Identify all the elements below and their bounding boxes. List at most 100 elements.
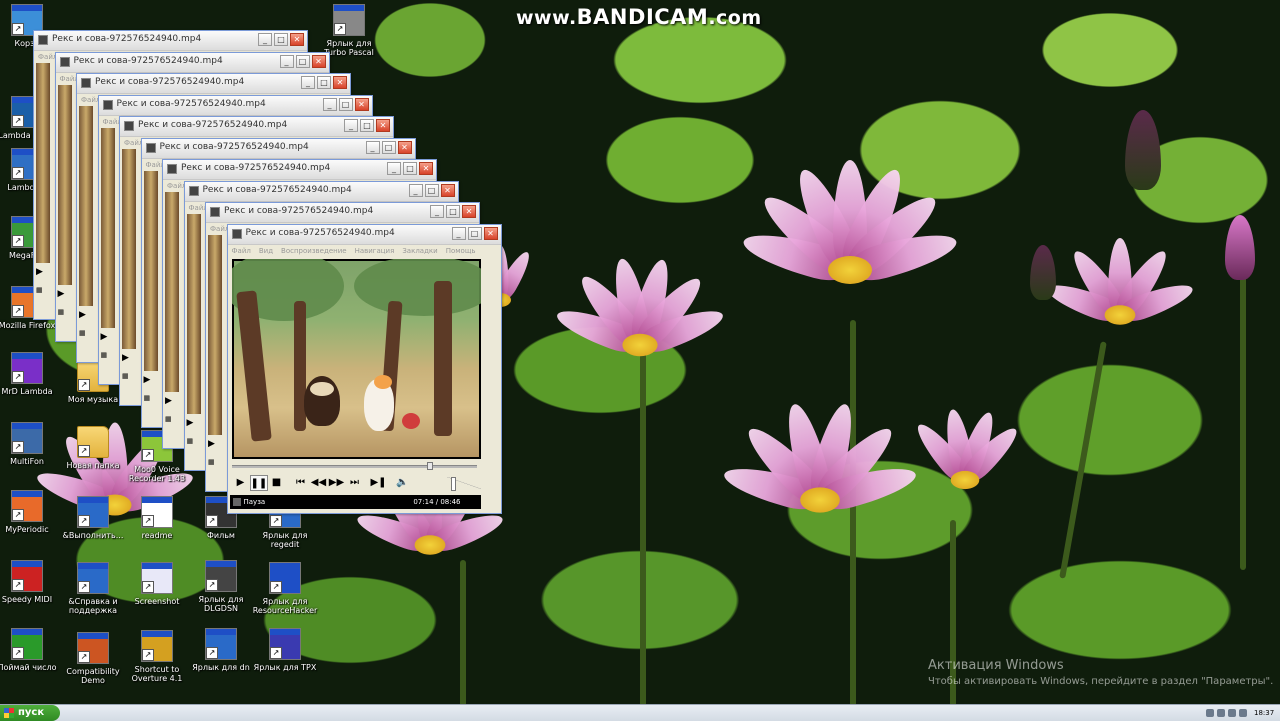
maximize-button[interactable]: □: [446, 205, 460, 218]
menu-item[interactable]: Навигация: [355, 247, 395, 255]
title-bar[interactable]: Рекс и сова-972576524940.mp4 _ □ ✕: [163, 160, 436, 180]
taskbar: пуск 18:37: [0, 704, 1280, 721]
close-button[interactable]: ✕: [397, 140, 412, 154]
close-button[interactable]: ✕: [376, 119, 390, 132]
menu-item[interactable]: Воспроизведение: [281, 247, 347, 255]
maximize-button[interactable]: □: [295, 54, 310, 68]
title-bar[interactable]: Рекс и сова-972576524940.mp4 _ □ ✕: [227, 224, 501, 245]
title-bar[interactable]: Рекс и сова-972576524940.mp4 _ □ ✕: [141, 138, 415, 159]
minimize-button[interactable]: _: [408, 183, 423, 197]
minimize-button[interactable]: _: [344, 119, 358, 132]
maximize-button[interactable]: □: [403, 162, 417, 175]
title-bar[interactable]: Рекс и сова-972576524940.mp4 _ □ ✕: [34, 31, 307, 51]
minimize-button[interactable]: _: [258, 33, 272, 46]
title-bar[interactable]: Рекс и сова-972576524940.mp4 _ □ ✕: [206, 203, 479, 223]
maximize-button[interactable]: □: [360, 119, 374, 132]
close-button[interactable]: ✕: [462, 205, 476, 218]
desktop-icon[interactable]: ↗ Ярлык для dn: [188, 628, 254, 672]
title-bar[interactable]: Рекс и сова-972576524940.mp4 _ □ ✕: [77, 74, 350, 94]
play-icon[interactable]: ▶: [144, 375, 162, 386]
start-button[interactable]: пуск: [0, 705, 60, 721]
minimize-button[interactable]: _: [387, 162, 401, 175]
minimize-button[interactable]: _: [301, 76, 315, 89]
maximize-button[interactable]: □: [274, 33, 288, 46]
desktop-icon[interactable]: ↗ Shortcut to Overture 4.1: [124, 630, 190, 683]
minimize-button[interactable]: _: [365, 140, 380, 154]
desktop-icon[interactable]: ↗ MyPeriodic: [0, 490, 60, 534]
close-button[interactable]: ✕: [311, 54, 326, 68]
title-bar[interactable]: Рекс и сова-972576524940.mp4 _ □ ✕: [184, 181, 458, 202]
window-title: Рекс и сова-972576524940.mp4: [52, 34, 202, 44]
play-icon[interactable]: ▶: [36, 267, 54, 278]
rewind-button[interactable]: ◀◀: [310, 475, 328, 491]
security-icon[interactable]: [1228, 709, 1236, 717]
desktop-icon[interactable]: ↗ Новая папка: [60, 426, 126, 470]
seek-bar[interactable]: [231, 461, 477, 470]
desktop-icon[interactable]: ↗ Ярлык для TPX: [252, 628, 318, 672]
volume-slider[interactable]: [446, 476, 481, 491]
desktop-icon[interactable]: ↗ &Выполнить...: [60, 496, 126, 540]
play-icon[interactable]: ▶: [208, 439, 226, 450]
maximize-button[interactable]: □: [338, 97, 353, 111]
play-icon[interactable]: ▶: [79, 310, 97, 321]
desktop-icon[interactable]: ↗ Поймай число: [0, 628, 60, 672]
minimize-button[interactable]: _: [430, 205, 444, 218]
play-button[interactable]: ▶: [232, 475, 250, 491]
close-button[interactable]: ✕: [290, 33, 304, 46]
menu-item[interactable]: Вид: [259, 247, 273, 255]
desktop-icon[interactable]: ↗ readme: [124, 496, 190, 540]
tpx-icon: ↗: [269, 628, 301, 660]
maximize-button[interactable]: □: [317, 76, 331, 89]
forward-button[interactable]: ▶▶: [328, 475, 346, 491]
minimize-button[interactable]: _: [279, 54, 294, 68]
menu-item[interactable]: Файл: [232, 247, 251, 255]
desktop-icon[interactable]: ↗ Speedy MIDI: [0, 560, 60, 604]
volume-tray-icon[interactable]: [1217, 709, 1225, 717]
close-button[interactable]: ✕: [440, 183, 455, 197]
close-button[interactable]: ✕: [483, 226, 498, 240]
mute-button[interactable]: 🔈: [394, 475, 412, 491]
network-icon[interactable]: [1206, 709, 1214, 717]
title-bar[interactable]: Рекс и сова-972576524940.mp4 _ □ ✕: [98, 95, 372, 116]
desktop-icon-label: Фильм: [207, 531, 235, 540]
play-icon[interactable]: ▶: [122, 353, 140, 364]
maximize-button[interactable]: □: [381, 140, 396, 154]
play-icon[interactable]: ▶: [101, 332, 119, 343]
close-button[interactable]: ✕: [419, 162, 433, 175]
menu-item[interactable]: Закладки: [402, 247, 437, 255]
minimize-button[interactable]: _: [451, 226, 466, 240]
window-title: Рекс и сова-972576524940.mp4: [95, 77, 245, 87]
next-button[interactable]: ⏭: [346, 475, 364, 491]
shortcut-arrow-icon: ↗: [142, 449, 154, 461]
maximize-button[interactable]: □: [424, 183, 439, 197]
desktop-icon[interactable]: ↗ Screenshot: [124, 562, 190, 606]
shortcut-arrow-icon: ↗: [12, 305, 24, 317]
desktop-icon[interactable]: ↗ Ярлык для Turbo Pascal: [316, 4, 382, 57]
pause-button[interactable]: ❚❚: [249, 474, 268, 491]
language-icon[interactable]: [1239, 709, 1247, 717]
media-player-window[interactable]: Рекс и сова-972576524940.mp4 _ □ ✕ Файл Вид Во…: [226, 223, 502, 514]
desktop-icon[interactable]: ↗ Ярлык для ResourceHacker: [252, 562, 318, 615]
desktop-icon[interactable]: ↗ MrD Lambda: [0, 352, 60, 396]
title-bar[interactable]: Рекс и сова-972576524940.mp4 _ □ ✕: [120, 117, 393, 137]
seek-thumb[interactable]: [427, 461, 434, 470]
desktop-icon[interactable]: ↗ MultiFon: [0, 422, 60, 466]
desktop-icon[interactable]: ↗ Ярлык для DLGDSN: [188, 560, 254, 613]
frame-step-button[interactable]: ▶❚: [370, 475, 388, 491]
close-button[interactable]: ✕: [333, 76, 347, 89]
play-icon[interactable]: ▶: [165, 396, 183, 407]
previous-button[interactable]: ⏮: [292, 475, 310, 491]
desktop-icon[interactable]: ↗ &Справка и поддержка: [60, 562, 126, 615]
volume-thumb[interactable]: [451, 476, 457, 491]
play-icon[interactable]: ▶: [187, 418, 205, 429]
minimize-button[interactable]: _: [322, 97, 337, 111]
close-button[interactable]: ✕: [354, 97, 369, 111]
maximize-button[interactable]: □: [467, 226, 482, 240]
player-app-icon: [231, 228, 242, 239]
stop-button[interactable]: ■: [268, 475, 286, 491]
desktop-icon[interactable]: ↗ Compatibility Demo: [60, 632, 126, 685]
title-bar[interactable]: Рекс и сова-972576524940.mp4 _ □ ✕: [55, 52, 329, 73]
video-area[interactable]: [231, 258, 481, 459]
menu-item[interactable]: Помощь: [446, 247, 476, 255]
play-icon[interactable]: ▶: [58, 289, 76, 300]
